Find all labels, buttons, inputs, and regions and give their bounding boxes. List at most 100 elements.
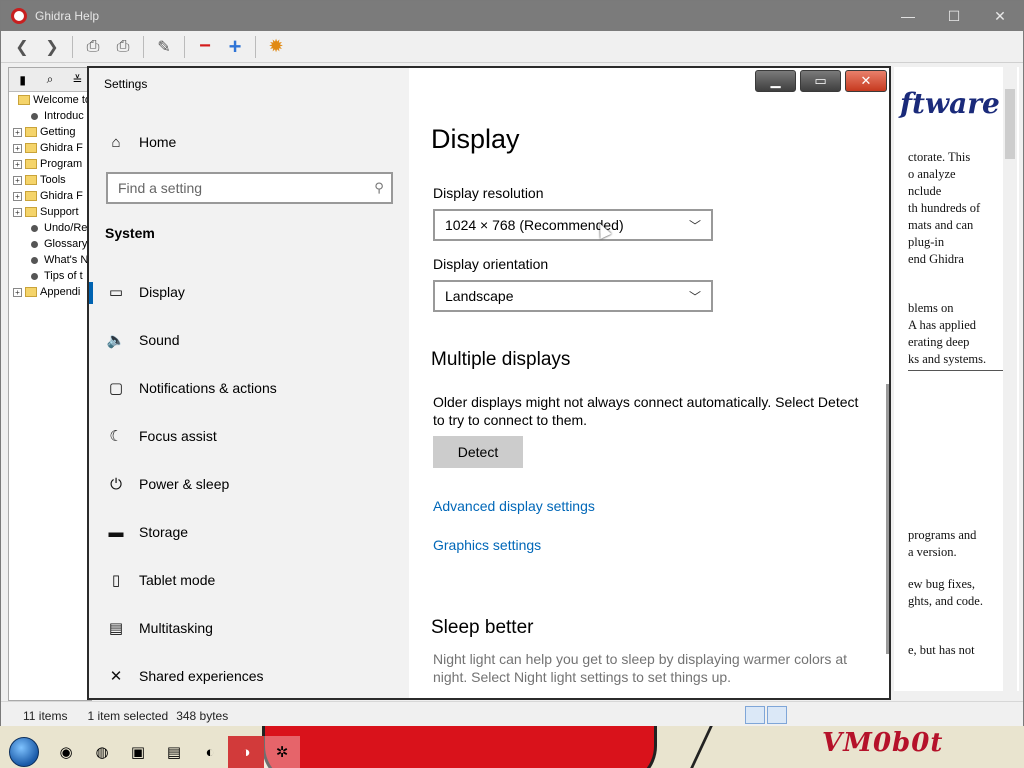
expand-icon[interactable]: + — [13, 127, 22, 137]
home-nav-item[interactable]: ⌂ Home — [105, 129, 405, 155]
taskbar-settings-icon[interactable]: ✲ — [264, 736, 300, 768]
start-button[interactable] — [0, 736, 48, 768]
nav-item-display[interactable]: ▭ Display — [89, 272, 409, 312]
search-input[interactable] — [108, 175, 367, 201]
status-size: 348 bytes — [176, 708, 229, 723]
display-settings-page: ▁ ▭ ✕ Display Display resolution 1024 × … — [409, 68, 889, 698]
selected-indicator — [89, 282, 93, 304]
toc-item[interactable]: Undo/Re — [9, 220, 91, 236]
toc-item[interactable]: Welcome to — [9, 92, 91, 108]
close-button[interactable]: ✕ — [845, 70, 887, 92]
taskbar-explorer-icon[interactable]: ▣ — [120, 736, 156, 768]
toc-item[interactable]: Introduc — [9, 108, 91, 124]
sleep-better-heading: Sleep better — [431, 617, 534, 638]
forward-arrow-icon[interactable]: ❯ — [39, 34, 65, 60]
sleep-better-text: Night light can help you get to sleep by… — [433, 651, 847, 685]
contents-tab-icon[interactable]: ▮ — [9, 68, 36, 91]
toc-item[interactable]: + Getting — [9, 124, 91, 140]
taskbar-ghidra-help-icon[interactable]: ◑ — [228, 736, 264, 768]
chevron-down-icon: ﹀ — [688, 290, 701, 304]
shared-icon: ✕ — [109, 668, 123, 685]
print-setup-icon[interactable]: ⎙ — [110, 34, 136, 60]
zoom-out-icon[interactable]: − — [192, 34, 218, 60]
resolution-dropdown[interactable]: 1024 × 768 (Recommended) ﹀ — [433, 209, 713, 241]
search-tab-icon[interactable]: ⌕ — [36, 68, 63, 91]
toc-item[interactable]: + Ghidra F — [9, 140, 91, 156]
nav-item-label: Sound — [139, 332, 180, 348]
minimize-icon[interactable]: — — [885, 1, 931, 31]
toc-item[interactable]: What's N — [9, 252, 91, 268]
expand-icon[interactable]: + — [13, 207, 22, 217]
taskbar-chrome-icon[interactable]: ◉ — [48, 736, 84, 768]
toc-item[interactable]: + Appendi — [9, 284, 91, 300]
close-icon[interactable]: ✕ — [977, 1, 1023, 31]
nav-item-notifications-actions[interactable]: ▢ Notifications & actions — [89, 368, 409, 408]
taskbar-ghidra-icon[interactable]: ◐ — [192, 736, 228, 768]
orientation-value: Landscape — [445, 288, 514, 304]
toc-item[interactable]: + Support — [9, 204, 91, 220]
maximize-button[interactable]: ▭ — [800, 70, 841, 92]
toc-item[interactable]: + Ghidra F — [9, 188, 91, 204]
help-scrollbar[interactable] — [1003, 67, 1017, 691]
advanced-display-settings-link[interactable]: Advanced display settings — [433, 498, 595, 514]
expand-icon[interactable]: + — [13, 191, 22, 201]
orientation-label: Display orientation — [433, 256, 549, 272]
minimize-button[interactable]: ▁ — [755, 70, 796, 92]
status-item-count: 11 items — [23, 708, 68, 723]
expand-icon[interactable]: + — [13, 287, 22, 297]
topic-bullet-icon — [31, 112, 38, 120]
toc-item[interactable]: Tips of t — [9, 268, 91, 284]
gear-icon[interactable]: ✹ — [263, 34, 289, 60]
toc-item[interactable]: Glossary — [9, 236, 91, 252]
toc-item-label: Glossary — [44, 238, 88, 250]
expand-icon[interactable]: + — [13, 143, 22, 153]
toc-item-label: Appendi — [40, 286, 81, 298]
details-view-icon[interactable] — [745, 706, 765, 724]
back-arrow-icon[interactable]: ❮ — [9, 34, 35, 60]
monitor-icon: ▭ — [108, 284, 124, 301]
nav-item-power-sleep[interactable]: ⏻ Power & sleep — [89, 464, 409, 504]
folder-icon — [25, 287, 37, 297]
view-toggle — [745, 706, 787, 724]
toc-item[interactable]: + Program — [9, 156, 91, 172]
large-icons-view-icon[interactable] — [767, 706, 787, 724]
nav-item-focus-assist[interactable]: ☾ Focus assist — [89, 416, 409, 456]
nav-item-multitasking[interactable]: ▤ Multitasking — [89, 608, 409, 648]
expand-icon[interactable]: + — [13, 175, 22, 185]
graphics-settings-link[interactable]: Graphics settings — [433, 537, 541, 553]
page-setup-icon[interactable]: ✎ — [151, 34, 177, 60]
nav-item-sound[interactable]: 🔈 Sound — [89, 320, 409, 360]
nav-item-label: Shared experiences — [139, 668, 264, 684]
help-paragraph-5: e, but has not — [908, 643, 975, 657]
toc-item-label: Undo/Re — [44, 222, 88, 234]
nav-item-shared-experiences[interactable]: ✕ Shared experiences — [89, 656, 409, 696]
navigator-tabs: ▮ ⌕ ≚ — [9, 68, 91, 92]
search-icon[interactable]: ⚲ — [367, 180, 391, 196]
toc-item[interactable]: + Tools — [9, 172, 91, 188]
print-icon[interactable]: ⎙ — [80, 34, 106, 60]
nav-item-tablet-mode[interactable]: ▯ Tablet mode — [89, 560, 409, 600]
toc-item-label: Getting — [40, 126, 76, 138]
taskbar-terminal-icon[interactable]: ▤ — [156, 736, 192, 768]
toc-item-label: Program — [40, 158, 83, 170]
nav-item-label: Tablet mode — [139, 572, 216, 588]
toc-item-label: Welcome to — [33, 94, 91, 106]
detect-button[interactable]: Detect — [433, 436, 523, 468]
folder-icon — [18, 95, 31, 105]
expand-icon[interactable]: + — [13, 159, 22, 169]
folder-icon — [25, 143, 37, 153]
power-icon: ⏻ — [110, 475, 122, 493]
orientation-dropdown[interactable]: Landscape ﹀ — [433, 280, 713, 312]
zoom-in-icon[interactable]: + — [222, 34, 248, 60]
maximize-icon[interactable]: ☐ — [931, 1, 977, 31]
storage-icon: ▬ — [108, 523, 124, 541]
nav-item-storage[interactable]: ▬ Storage — [89, 512, 409, 552]
taskbar-firefox-icon[interactable]: ◍ — [84, 736, 120, 768]
folder-icon — [25, 127, 37, 137]
help-paragraph-3: programs and a version. — [908, 528, 977, 559]
help-scroll-thumb[interactable] — [1005, 89, 1015, 159]
tablet-icon: ▯ — [111, 572, 121, 589]
notification-icon: ▢ — [108, 380, 124, 397]
toc-item-label: Introduc — [44, 110, 84, 122]
settings-scrollbar[interactable] — [886, 384, 889, 654]
